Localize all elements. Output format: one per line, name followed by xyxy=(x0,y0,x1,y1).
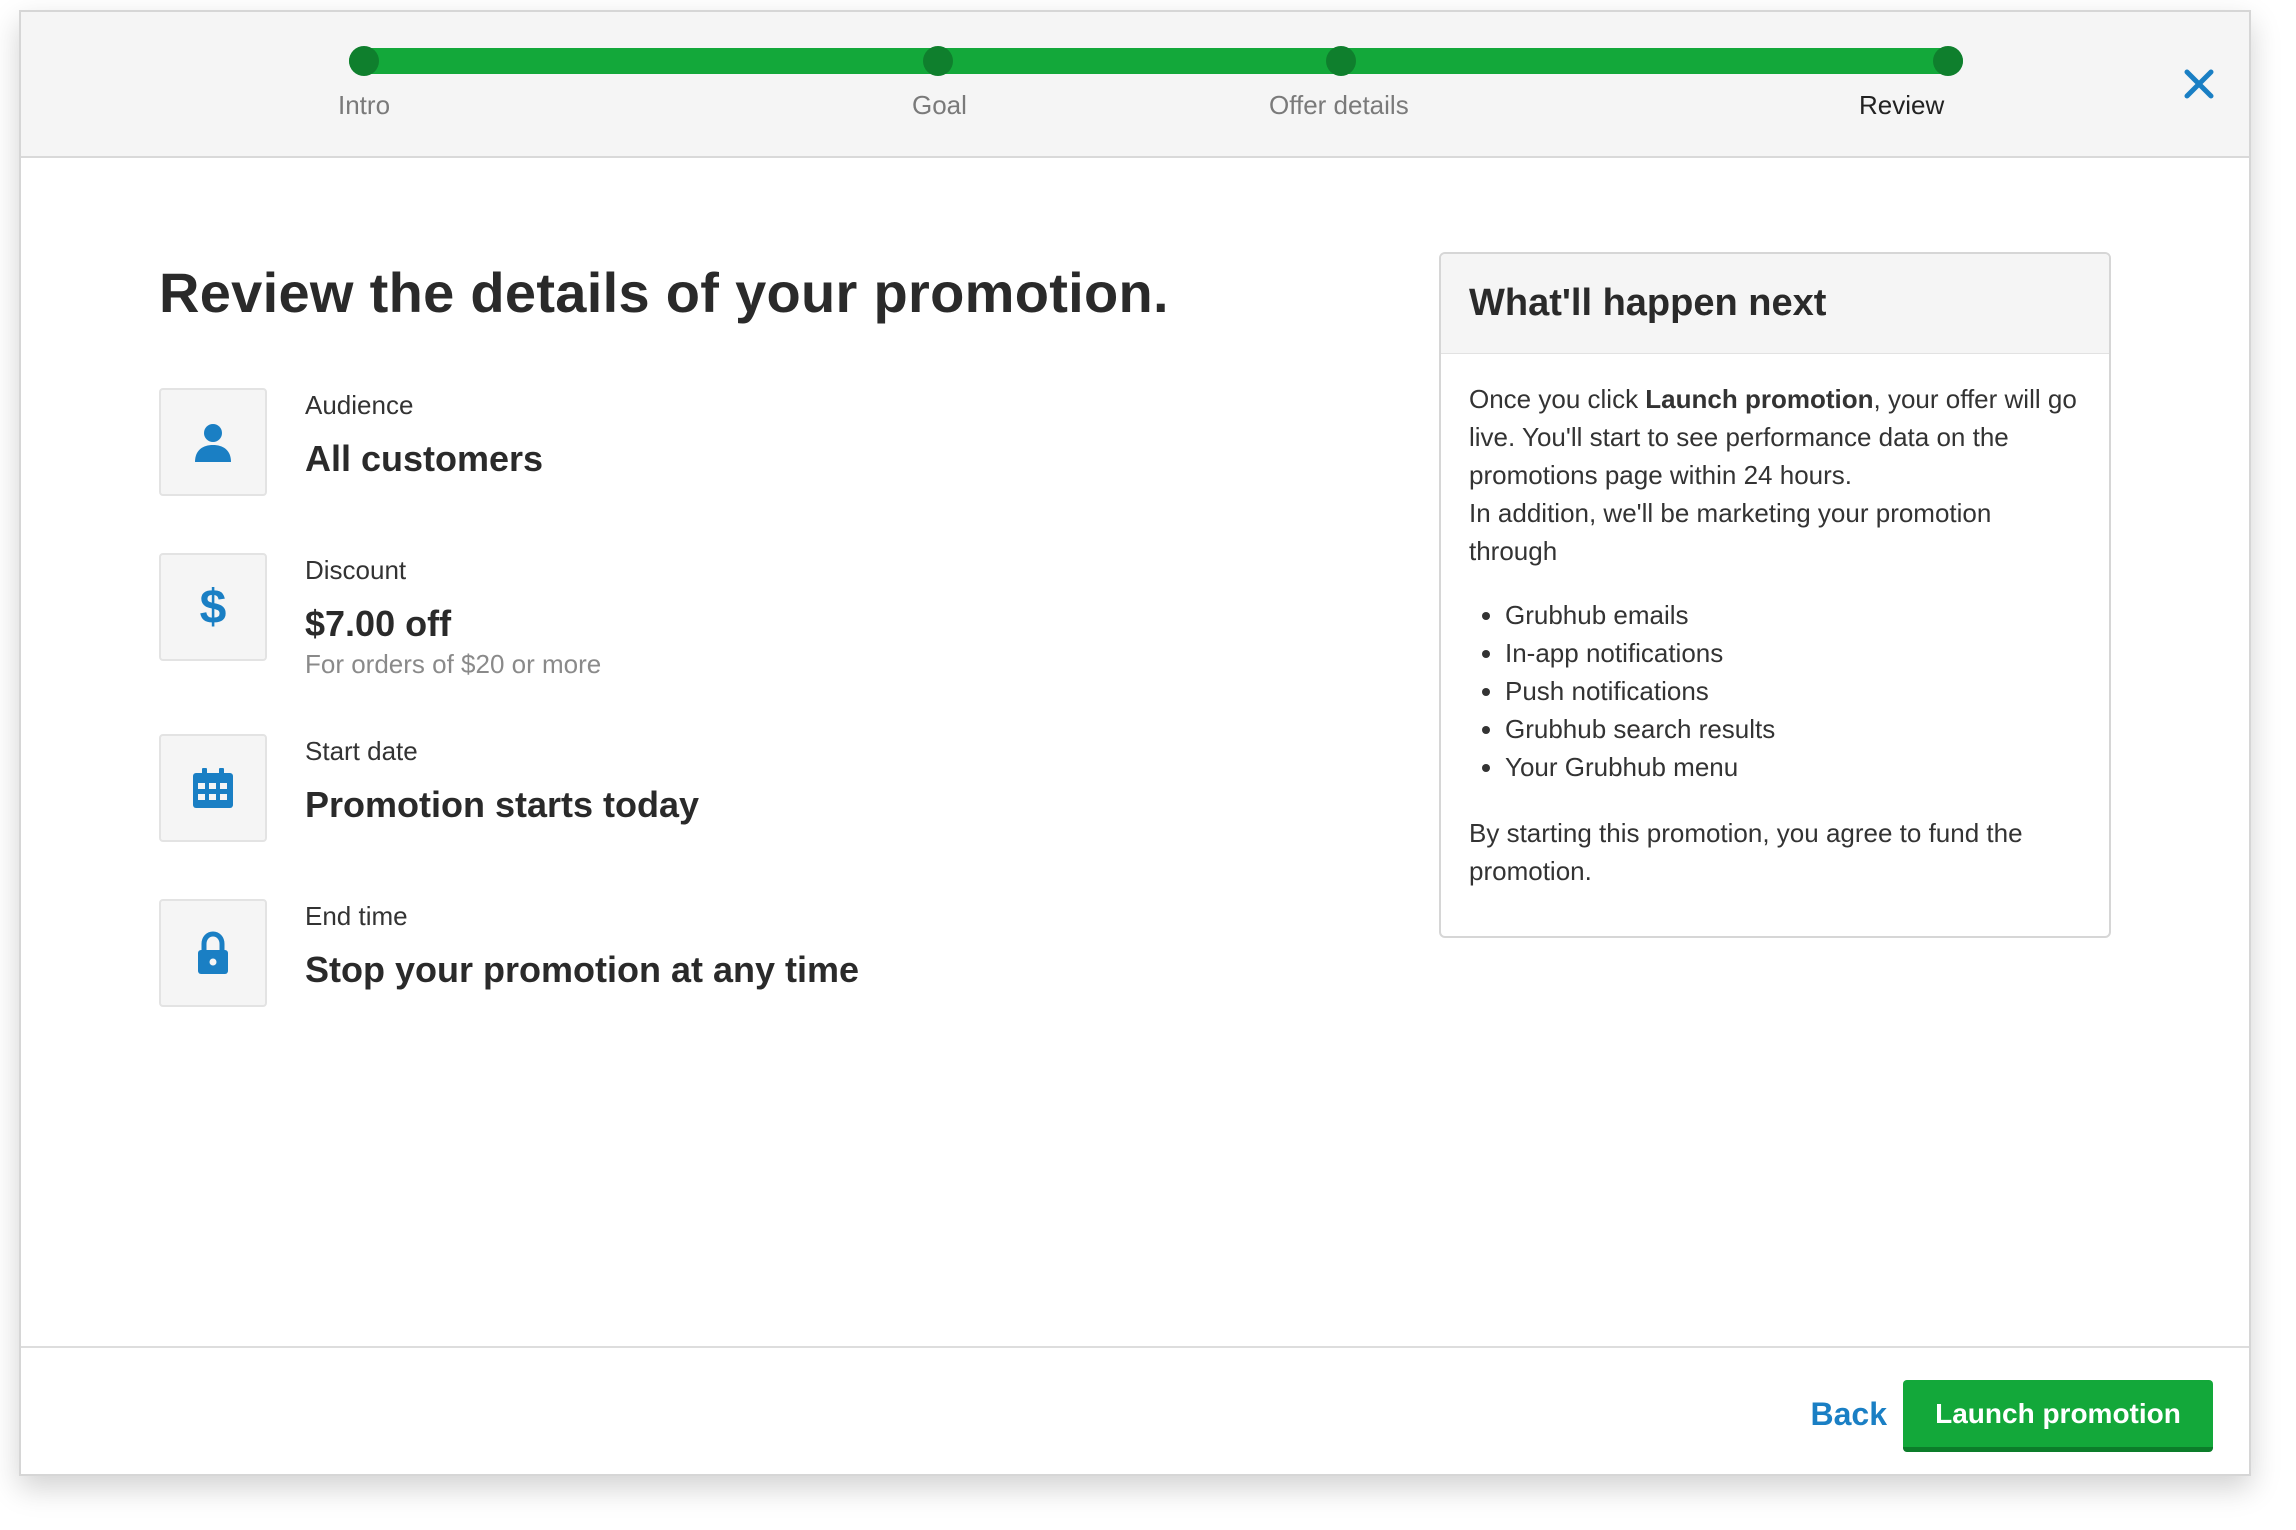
svg-text:$: $ xyxy=(200,581,227,634)
back-button[interactable]: Back xyxy=(1811,1396,1888,1433)
list-item: Grubhub emails xyxy=(1505,596,2081,634)
modal-footer: Back Launch promotion xyxy=(21,1346,2249,1474)
person-icon xyxy=(159,388,267,496)
detail-value: Stop your promotion at any time xyxy=(305,949,860,990)
step-label-offer-details: Offer details xyxy=(1269,90,1409,120)
list-item: In-app notifications xyxy=(1505,634,2081,672)
dollar-icon: $ xyxy=(159,553,267,661)
detail-subtext: For orders of $20 or more xyxy=(305,649,602,679)
launch-promotion-button[interactable]: Launch promotion xyxy=(1903,1380,2213,1452)
panel-title: What'll happen next xyxy=(1441,254,2109,354)
panel-agreement: By starting this promotion, you agree to… xyxy=(1469,818,2023,886)
panel-body: Once you click Launch promotion, your of… xyxy=(1441,354,2109,890)
lock-icon xyxy=(159,899,267,1007)
intro-bold-text: Launch promotion xyxy=(1645,384,1874,414)
progress-track xyxy=(349,48,1963,74)
step-dot-review xyxy=(1933,46,1963,76)
next-steps-panel: What'll happen next Once you click Launc… xyxy=(1439,252,2111,938)
detail-value: Promotion starts today xyxy=(305,784,700,825)
page-title: Review the details of your promotion. xyxy=(159,261,1169,324)
panel-addition: In addition, we'll be marketing your pro… xyxy=(1469,498,1992,566)
list-item: Grubhub search results xyxy=(1505,710,2081,748)
detail-label: Discount xyxy=(305,555,407,585)
step-dot-intro xyxy=(349,46,379,76)
detail-label: Audience xyxy=(305,390,414,420)
calendar-icon xyxy=(159,734,267,842)
promotion-modal: Intro Goal Offer details Review Review t… xyxy=(19,10,2251,1476)
close-icon[interactable] xyxy=(2179,64,2219,104)
step-label-goal: Goal xyxy=(912,90,967,120)
detail-label: Start date xyxy=(305,736,418,766)
list-item: Your Grubhub menu xyxy=(1505,748,2081,786)
step-dot-goal xyxy=(923,46,953,76)
list-item: Push notifications xyxy=(1505,672,2081,710)
channel-list: Grubhub emails In-app notifications Push… xyxy=(1469,596,2081,786)
step-label-intro: Intro xyxy=(338,90,391,120)
intro-text: Once you click xyxy=(1469,384,1646,414)
detail-value: $7.00 off xyxy=(305,603,452,644)
detail-label: End time xyxy=(305,901,408,931)
step-label-review: Review xyxy=(1859,90,1945,120)
stepper-header: Intro Goal Offer details Review xyxy=(21,12,2249,158)
panel-intro: Once you click Launch promotion, your of… xyxy=(1469,380,2081,494)
detail-value: All customers xyxy=(305,438,544,479)
step-dot-offer-details xyxy=(1326,46,1356,76)
